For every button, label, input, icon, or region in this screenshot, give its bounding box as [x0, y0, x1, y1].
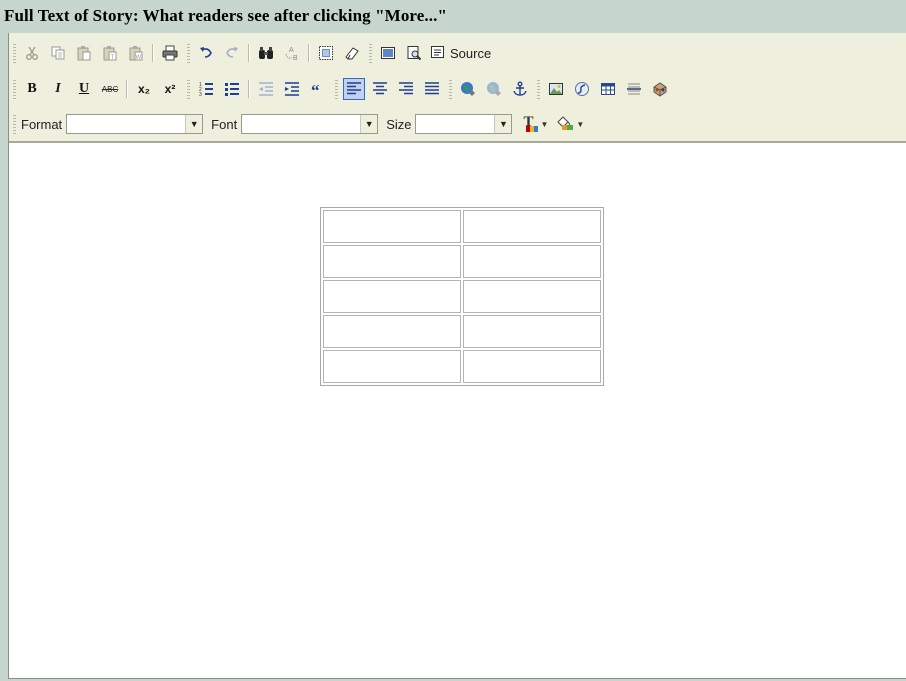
background-color-button[interactable]: ▼ [556, 113, 584, 135]
svg-text:3: 3 [199, 92, 202, 97]
toolbar-grip[interactable] [187, 43, 190, 63]
cut-icon[interactable] [21, 42, 43, 64]
image-icon[interactable] [545, 78, 567, 100]
font-label: Font [211, 116, 238, 132]
align-center-icon[interactable] [369, 78, 391, 100]
unlink-icon[interactable] [483, 78, 505, 100]
select-all-icon[interactable] [315, 42, 337, 64]
svg-text:T: T [111, 55, 115, 61]
table-row [323, 350, 601, 383]
content-table[interactable] [320, 207, 604, 386]
text-color-button[interactable]: T ▼ [522, 113, 548, 135]
background-color-icon [556, 115, 574, 134]
replace-icon[interactable]: AB [281, 42, 303, 64]
format-label: Format [21, 116, 63, 132]
justify-icon[interactable] [421, 78, 443, 100]
toolbar-separator [308, 44, 310, 62]
smiley-icon[interactable] [649, 78, 671, 100]
chevron-down-icon[interactable]: ▼ [494, 115, 512, 133]
toolbar-separator [126, 80, 128, 98]
chevron-down-icon: ▼ [540, 119, 549, 129]
anchor-icon[interactable] [509, 78, 531, 100]
toolbar-grip[interactable] [449, 79, 452, 99]
svg-text:“: “ [311, 81, 320, 97]
copy-icon[interactable] [47, 42, 69, 64]
superscript-button[interactable]: x² [159, 78, 181, 100]
preview-icon[interactable] [403, 42, 425, 64]
toolbar-grip[interactable] [13, 114, 16, 134]
toolbar-grip[interactable] [13, 79, 16, 99]
table-cell[interactable] [463, 245, 601, 278]
paste-word-icon[interactable]: W [125, 42, 147, 64]
italic-button[interactable]: I [47, 78, 69, 100]
indent-icon[interactable] [281, 78, 303, 100]
table-row [323, 280, 601, 313]
table-cell[interactable] [463, 315, 601, 348]
chevron-down-icon[interactable]: ▼ [185, 115, 203, 133]
format-select[interactable]: ▼ [66, 114, 204, 134]
size-select[interactable]: ▼ [415, 114, 513, 134]
toolbar-separator [248, 44, 250, 62]
undo-icon[interactable] [195, 42, 217, 64]
print-icon[interactable] [159, 42, 181, 64]
horizontal-rule-icon[interactable] [623, 78, 645, 100]
toolbar-row-1: T W AB Source [9, 40, 495, 66]
table-cell[interactable] [323, 210, 461, 243]
table-cell[interactable] [323, 280, 461, 313]
align-right-icon[interactable] [395, 78, 417, 100]
remove-format-icon[interactable] [341, 42, 363, 64]
chevron-down-icon: ▼ [576, 119, 585, 129]
toolbar-separator [152, 44, 154, 62]
subscript-button[interactable]: x₂ [133, 78, 155, 100]
outdent-icon[interactable] [255, 78, 277, 100]
underline-button[interactable]: U [73, 78, 95, 100]
link-icon[interactable] [457, 78, 479, 100]
table-cell[interactable] [323, 350, 461, 383]
svg-text:A: A [289, 47, 294, 54]
toolbar-grip[interactable] [13, 43, 16, 63]
page-title: Full Text of Story: What readers see aft… [4, 6, 447, 25]
align-left-icon[interactable] [343, 78, 365, 100]
chevron-down-icon[interactable]: ▼ [360, 115, 378, 133]
table-row [323, 315, 601, 348]
toolbar-grip[interactable] [187, 79, 190, 99]
editor-toolbar: T W AB Source B I U ABC x₂ x² 1 2 3 “ Fo… [9, 33, 906, 143]
table-row [323, 245, 601, 278]
table-cell[interactable] [323, 245, 461, 278]
paste-text-icon[interactable]: T [99, 42, 121, 64]
table-cell[interactable] [463, 280, 601, 313]
flash-icon[interactable] [571, 78, 593, 100]
editor-content-area[interactable] [9, 143, 906, 678]
svg-text:W: W [136, 55, 142, 61]
bulleted-list-icon[interactable] [221, 78, 243, 100]
toolbar-row-2: B I U ABC x₂ x² 123 “ [9, 76, 673, 102]
paste-icon[interactable] [73, 42, 95, 64]
table-cell[interactable] [463, 350, 601, 383]
source-button[interactable]: Source [427, 42, 495, 64]
find-icon[interactable] [255, 42, 277, 64]
text-color-icon: T [522, 114, 539, 133]
redo-icon[interactable] [221, 42, 243, 64]
rich-text-editor: T W AB Source B I U ABC x₂ x² 1 2 3 “ Fo… [8, 33, 906, 679]
source-label: Source [450, 45, 492, 61]
svg-text:B: B [293, 55, 298, 61]
table-row [323, 210, 601, 243]
source-icon [431, 45, 445, 62]
table-icon[interactable] [597, 78, 619, 100]
toolbar-row-3: Format ▼ Font ▼ Size ▼ T ▼ ▼ [9, 111, 588, 137]
template-icon[interactable] [377, 42, 399, 64]
table-cell[interactable] [463, 210, 601, 243]
strikethrough-button[interactable]: ABC [99, 78, 121, 100]
blockquote-icon[interactable]: “ [307, 78, 329, 100]
table-cell[interactable] [323, 315, 461, 348]
numbered-list-icon[interactable]: 123 [195, 78, 217, 100]
toolbar-separator [248, 80, 250, 98]
toolbar-grip[interactable] [537, 79, 540, 99]
bold-button[interactable]: B [21, 78, 43, 100]
size-label: Size [386, 116, 412, 132]
toolbar-grip[interactable] [369, 43, 372, 63]
font-select[interactable]: ▼ [241, 114, 379, 134]
toolbar-grip[interactable] [335, 79, 338, 99]
